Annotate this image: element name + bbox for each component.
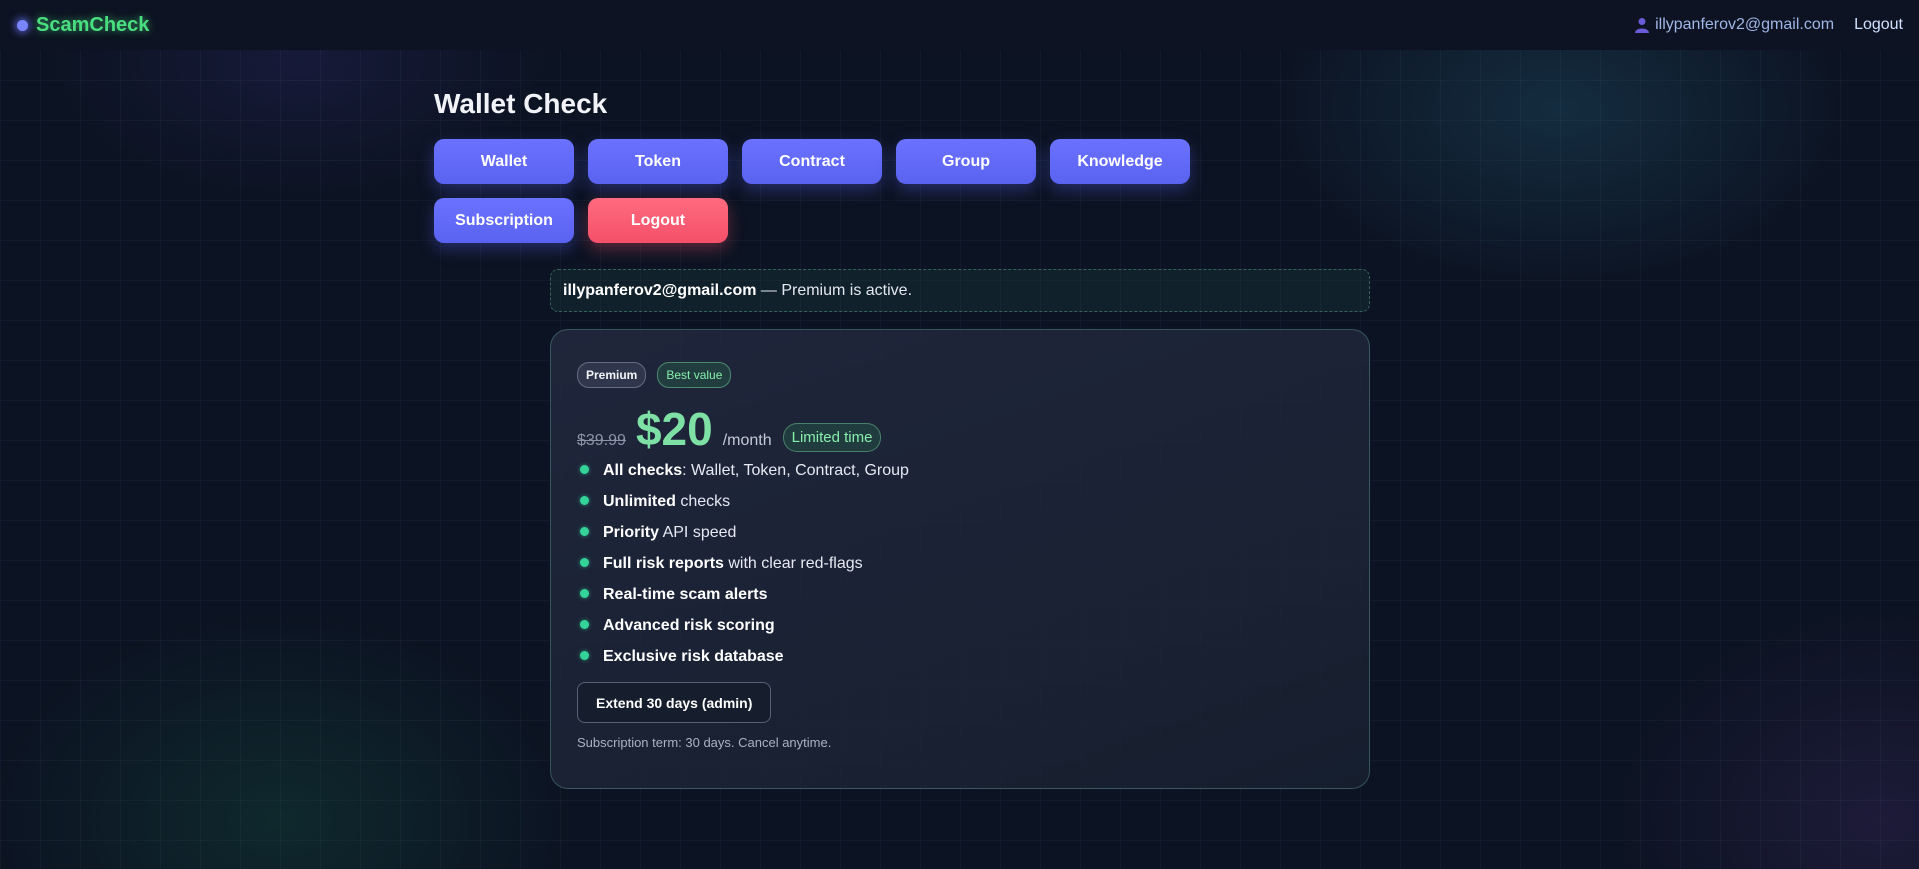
- feature-strong: Real-time scam alerts: [603, 586, 768, 603]
- bullet-icon: [580, 465, 589, 474]
- feature-item: Advanced risk scoring: [577, 617, 1343, 648]
- nav-buttons: Wallet Token Contract Group Knowledge Su…: [434, 139, 1334, 243]
- nav-wallet-button[interactable]: Wallet: [434, 139, 574, 184]
- feature-item: Unlimited checks: [577, 493, 1343, 524]
- main-content: Wallet Check Wallet Token Contract Group…: [434, 88, 1434, 243]
- feature-strong: All checks: [603, 462, 683, 479]
- feature-strong: Full risk reports: [603, 555, 724, 572]
- header-logout-link[interactable]: Logout: [1854, 16, 1903, 34]
- bullet-icon: [580, 558, 589, 567]
- subscription-status-banner: illypanferov2@gmail.com — Premium is act…: [550, 269, 1370, 312]
- feature-strong: Advanced risk scoring: [603, 617, 775, 634]
- user-email: illypanferov2@gmail.com: [1655, 16, 1835, 33]
- bullet-icon: [580, 620, 589, 629]
- subscription-term-note: Subscription term: 30 days. Cancel anyti…: [577, 735, 832, 750]
- brand[interactable]: ScamCheck: [17, 14, 149, 37]
- plan-badges: Premium Best value: [577, 362, 1343, 388]
- nav-subscription-button[interactable]: Subscription: [434, 198, 574, 243]
- feature-item: Priority API speed: [577, 524, 1343, 555]
- nav-token-button[interactable]: Token: [588, 139, 728, 184]
- nav-contract-button[interactable]: Contract: [742, 139, 882, 184]
- premium-plan-card: Premium Best value $39.99 $20 /month Lim…: [550, 329, 1370, 789]
- price-period: /month: [722, 432, 772, 449]
- feature-strong: Unlimited: [603, 493, 676, 510]
- feature-text: : Wallet, Token, Contract, Group: [682, 462, 909, 479]
- limited-time-badge: Limited time: [782, 423, 882, 452]
- feature-item: Exclusive risk database: [577, 648, 1343, 679]
- user-account: illypanferov2@gmail.com: [1635, 16, 1834, 34]
- old-price: $39.99: [577, 432, 626, 449]
- feature-list: All checks: Wallet, Token, Contract, Gro…: [577, 462, 1343, 679]
- logout-button[interactable]: Logout: [588, 198, 728, 243]
- page-title: Wallet Check: [434, 88, 608, 119]
- feature-strong: Exclusive risk database: [603, 648, 784, 665]
- bullet-icon: [580, 589, 589, 598]
- bullet-icon: [580, 527, 589, 536]
- user-icon: [1635, 18, 1650, 33]
- feature-item: All checks: Wallet, Token, Contract, Gro…: [577, 462, 1343, 493]
- best-value-badge: Best value: [657, 362, 732, 388]
- status-message: — Premium is active.: [756, 281, 913, 299]
- feature-item: Real-time scam alerts: [577, 586, 1343, 617]
- bullet-icon: [580, 651, 589, 660]
- price-row: $39.99 $20 /month Limited time: [577, 402, 1343, 456]
- status-email: illypanferov2@gmail.com: [563, 281, 757, 299]
- feature-item: Full risk reports with clear red-flags: [577, 555, 1343, 586]
- current-price: $20: [635, 403, 713, 455]
- feature-text: API speed: [659, 524, 737, 541]
- user-area: illypanferov2@gmail.com Logout: [1635, 16, 1903, 34]
- brand-name: ScamCheck: [36, 13, 150, 36]
- nav-group-button[interactable]: Group: [896, 139, 1036, 184]
- feature-text: checks: [675, 493, 731, 510]
- extend-subscription-button[interactable]: Extend 30 days (admin): [577, 682, 772, 723]
- bullet-icon: [580, 496, 589, 505]
- premium-badge: Premium: [577, 362, 647, 388]
- feature-text: with clear red-flags: [723, 555, 863, 572]
- top-bar: ScamCheck illypanferov2@gmail.com Logout: [0, 0, 1919, 50]
- nav-knowledge-button[interactable]: Knowledge: [1050, 139, 1190, 184]
- feature-strong: Priority: [603, 524, 660, 541]
- brand-logo-icon: [17, 19, 28, 31]
